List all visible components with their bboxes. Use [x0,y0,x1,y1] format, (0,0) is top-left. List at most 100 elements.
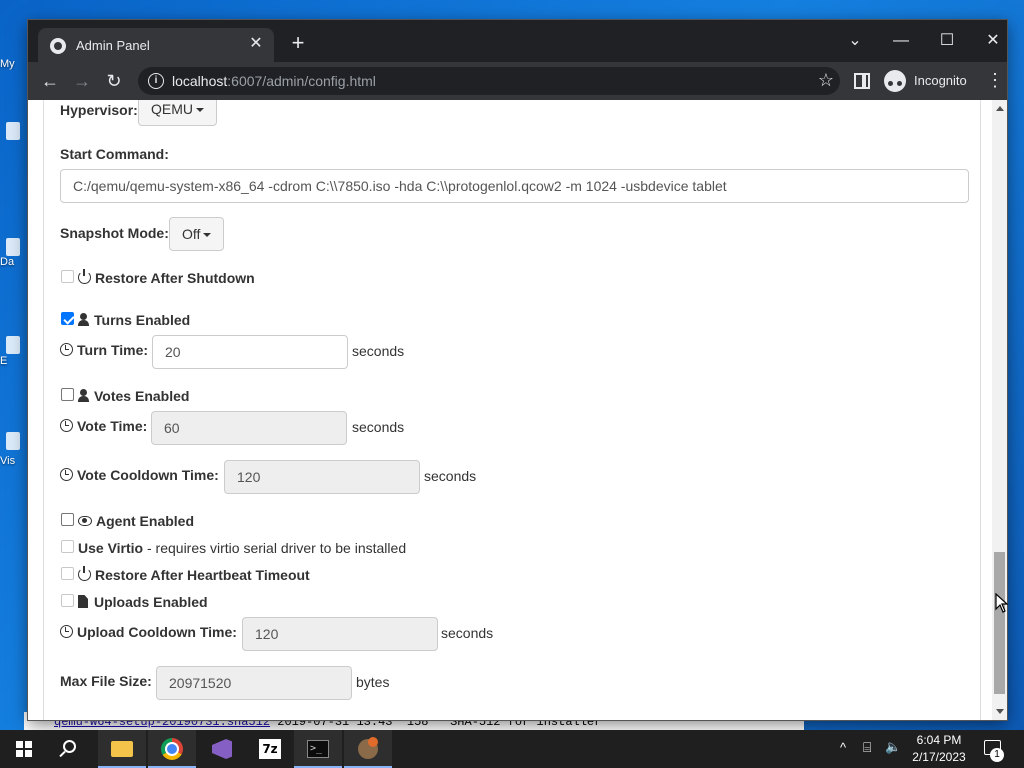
windows-logo-icon [16,741,32,757]
chrome-icon [161,738,183,760]
max-file-size-unit: bytes [356,674,390,690]
use-virtio-label: Use Virtio - requires virtio serial driv… [78,540,406,556]
votes-enabled-text: Votes Enabled [94,388,190,404]
taskbar-gimp[interactable] [344,730,392,768]
vote-cooldown-label: Vote Cooldown Time: [60,467,219,483]
scroll-up-arrow-icon[interactable] [996,106,1004,111]
vote-cooldown-input[interactable]: 120 [224,460,420,494]
taskbar-7zip[interactable]: 7z [246,730,294,768]
upload-cooldown-unit: seconds [441,625,494,641]
maximize-button[interactable]: ☐ [924,26,970,56]
scroll-down-arrow-icon[interactable] [996,709,1004,714]
tab-search-icon[interactable]: ⌄ [832,26,878,56]
search-icon [63,740,76,753]
minimize-button[interactable]: — [878,26,924,56]
network-icon[interactable]: ⌸ [863,739,871,768]
uploads-enabled-text: Uploads Enabled [94,594,208,610]
forward-button[interactable]: → [70,69,94,93]
side-panel-icon[interactable] [854,73,870,89]
turn-time-text: Turn Time: [77,342,149,358]
taskbar-visual-studio[interactable] [198,730,246,768]
tab-admin-panel[interactable]: Admin Panel ✕ [38,28,274,62]
use-virtio-checkbox[interactable] [61,540,74,553]
upload-cooldown-text: Upload Cooldown Time: [77,624,237,640]
taskbar: 7z >_ ^ ⌸ 🔈 6:04 PM 2/17/2023 1 [0,730,1024,768]
turn-time-input[interactable]: 20 [152,335,348,369]
show-hidden-icons-chevron-icon[interactable]: ^ [840,740,846,768]
hypervisor-label: Hypervisor: [60,102,138,118]
taskbar-file-explorer[interactable] [98,730,146,768]
folder-icon [111,741,133,757]
incognito-label: Incognito [914,73,967,88]
gimp-icon [358,737,378,759]
visual-studio-icon [212,739,232,759]
globe-icon [50,38,66,54]
snapshot-mode-value: Off [182,226,201,242]
file-icon [78,595,88,608]
desktop-icon-label[interactable]: E [0,355,24,367]
upload-cooldown-input[interactable]: 120 [242,617,438,651]
page-scrollbar[interactable] [992,100,1007,720]
agent-enabled-checkbox[interactable] [61,513,74,526]
volume-icon[interactable]: 🔈 [885,739,901,768]
max-file-size-input[interactable]: 20971520 [156,666,352,700]
clock-icon [60,343,73,356]
vote-cooldown-unit: seconds [424,468,477,484]
caret-down-icon [196,108,204,112]
clock-icon [60,468,73,481]
site-info-icon[interactable]: i [148,73,164,89]
new-tab-button[interactable]: + [286,32,310,56]
start-button[interactable] [0,730,48,768]
clock-icon [60,419,73,432]
desktop-shortcut-icon[interactable] [6,336,20,354]
restore-after-heartbeat-label: Restore After Heartbeat Timeout [78,566,310,583]
vote-time-text: Vote Time: [77,418,148,434]
browser-window: Admin Panel ✕ + ⌄ — ☐ ✕ ← → ↻ i localhos… [28,20,1007,720]
vote-time-input[interactable]: 60 [151,411,347,445]
desktop-shortcut-icon[interactable] [6,122,20,140]
desktop-icon-label[interactable]: My [0,58,24,70]
clock-date[interactable]: 2/17/2023 [908,750,970,764]
hypervisor-dropdown[interactable]: QEMU [138,100,217,126]
close-tab-icon[interactable]: ✕ [248,36,264,52]
restore-after-shutdown-checkbox[interactable] [61,270,74,283]
clock-time[interactable]: 6:04 PM [908,733,970,747]
votes-enabled-label: Votes Enabled [78,388,189,404]
power-icon [78,269,91,284]
back-button[interactable]: ← [38,69,62,93]
notification-count-badge: 1 [990,748,1004,762]
user-icon [78,389,89,402]
turns-enabled-label: Turns Enabled [78,312,190,328]
hypervisor-value: QEMU [151,101,193,117]
turns-enabled-checkbox[interactable] [61,312,74,325]
close-window-button[interactable]: ✕ [970,26,1016,56]
taskbar-terminal[interactable]: >_ [294,730,342,768]
bookmark-star-icon[interactable]: ☆ [818,70,834,91]
uploads-enabled-checkbox[interactable] [61,594,74,607]
snapshot-mode-dropdown[interactable]: Off [169,217,225,251]
desktop-shortcut-icon[interactable] [6,238,20,256]
restore-after-heartbeat-text: Restore After Heartbeat Timeout [95,567,310,583]
uploads-enabled-label: Uploads Enabled [78,594,208,610]
reload-button[interactable]: ↻ [102,69,126,93]
desktop-icon-label[interactable]: Vis [0,455,24,467]
incognito-icon [884,70,906,92]
agent-enabled-label: Agent Enabled [78,513,194,529]
taskbar-search-button[interactable] [48,730,96,768]
use-virtio-note: - requires virtio serial driver to be in… [143,540,407,556]
vote-time-unit: seconds [352,419,405,435]
desktop-icon-label[interactable]: Da [0,256,24,268]
config-panel: Hypervisor: QEMU Start Command: C:/qemu/… [43,100,981,720]
url-text[interactable]: localhost:6007/admin/config.html [172,73,376,89]
taskbar-chrome[interactable] [148,730,196,768]
restore-after-heartbeat-checkbox[interactable] [61,567,74,580]
scrollbar-thumb[interactable] [994,552,1005,694]
agent-enabled-text: Agent Enabled [96,513,195,529]
power-icon [78,566,91,581]
browser-menu-icon[interactable]: ⋮ [986,70,1004,90]
start-command-input[interactable]: C:/qemu/qemu-system-x86_64 -cdrom C:\\78… [60,169,969,203]
address-bar[interactable]: i localhost:6007/admin/config.html ☆ [138,67,840,95]
votes-enabled-checkbox[interactable] [61,388,74,401]
desktop-shortcut-icon[interactable] [6,432,20,450]
terminal-icon: >_ [307,740,329,758]
